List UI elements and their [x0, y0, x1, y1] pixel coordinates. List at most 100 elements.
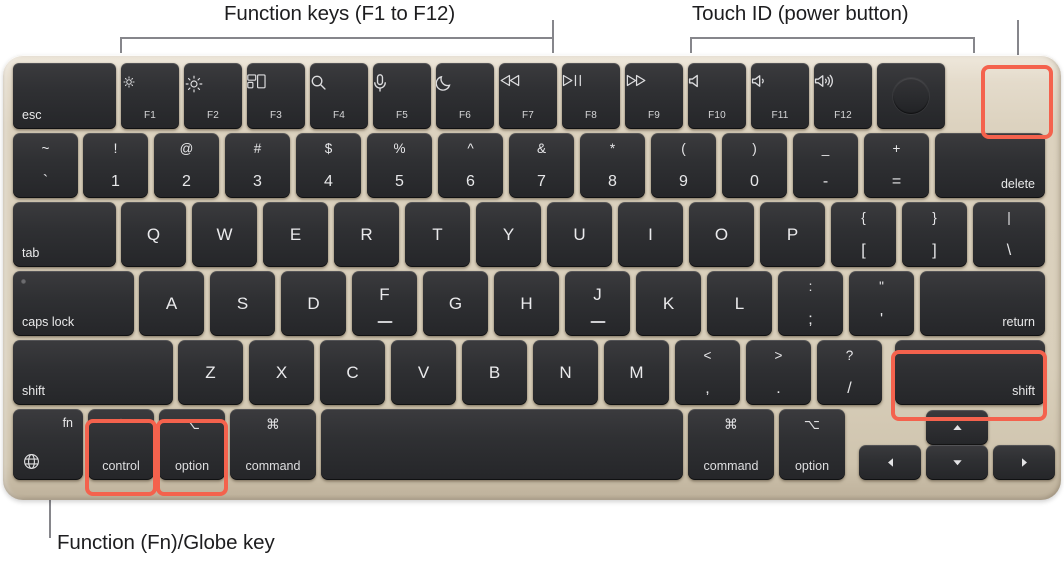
key-tab[interactable]: tab [13, 202, 116, 267]
key-bracket-left[interactable]: { [ [831, 202, 896, 267]
key-space[interactable] [321, 409, 683, 480]
key-command-right[interactable]: ⌘ command [688, 409, 774, 480]
key-return[interactable]: return [920, 271, 1045, 336]
key-8[interactable]: * 8 [580, 133, 645, 198]
key-f11[interactable]: F11 [751, 63, 809, 129]
key-c[interactable]: C [320, 340, 385, 405]
key-1[interactable]: ! 1 [83, 133, 148, 198]
callout-touch-id-bracket-left-tick [690, 37, 692, 53]
key-7[interactable]: & 7 [509, 133, 574, 198]
key-a[interactable]: A [139, 271, 204, 336]
key-f5[interactable]: F5 [373, 63, 431, 129]
key-5[interactable]: % 5 [367, 133, 432, 198]
key-0[interactable]: ) 0 [722, 133, 787, 198]
key-delete[interactable]: delete [935, 133, 1045, 198]
key-esc[interactable]: esc [13, 63, 116, 129]
key-f1[interactable]: F1 [121, 63, 179, 129]
key-v-label: V [417, 362, 430, 382]
key-3[interactable]: # 3 [225, 133, 290, 198]
key-y[interactable]: Y [476, 202, 541, 267]
key-r[interactable]: R [334, 202, 399, 267]
key-f2-label: F2 [206, 110, 220, 121]
key-arrow-right[interactable] [993, 445, 1055, 480]
key-touch-id[interactable] [877, 63, 945, 129]
key-9[interactable]: ( 9 [651, 133, 716, 198]
key-u[interactable]: U [547, 202, 612, 267]
key-bracket-right[interactable]: } ] [902, 202, 967, 267]
callout-function-keys-bracket-right-tick [552, 37, 554, 53]
key-minus[interactable]: _ - [793, 133, 858, 198]
key-return-label: return [1002, 315, 1035, 329]
key-slash[interactable]: ? / [817, 340, 882, 405]
key-option-right[interactable]: ⌥ option [779, 409, 845, 480]
key-tab-label: tab [22, 246, 40, 260]
key-j-label: J [593, 285, 602, 304]
key-f8[interactable]: F8 [562, 63, 620, 129]
key-m[interactable]: M [604, 340, 669, 405]
key-b[interactable]: B [462, 340, 527, 405]
key-f7-label: F7 [521, 110, 535, 121]
key-g[interactable]: G [423, 271, 488, 336]
key-command-left[interactable]: ⌘ command [230, 409, 316, 480]
key-f7[interactable]: F7 [499, 63, 557, 129]
key-e[interactable]: E [263, 202, 328, 267]
play-pause-icon [562, 74, 620, 87]
key-quote[interactable]: " ' [849, 271, 914, 336]
key-period[interactable]: > . [746, 340, 811, 405]
key-v[interactable]: V [391, 340, 456, 405]
key-option-right-label: option [794, 458, 830, 473]
key-arrow-down[interactable] [926, 445, 988, 480]
key-shift-right[interactable]: shift [895, 340, 1045, 405]
key-shift-left[interactable]: shift [13, 340, 173, 405]
key-f4[interactable]: F4 [310, 63, 368, 129]
key-0-upper: ) [752, 141, 757, 156]
key-y-label: Y [502, 224, 515, 244]
key-p-label: P [786, 224, 799, 244]
key-fn-label: fn [62, 416, 73, 430]
key-equal[interactable]: + = [864, 133, 929, 198]
key-h[interactable]: H [494, 271, 559, 336]
key-q[interactable]: Q [121, 202, 186, 267]
key-caps-lock[interactable]: caps lock [13, 271, 134, 336]
key-slash-lower: / [847, 380, 852, 397]
key-semicolon[interactable]: : ; [778, 271, 843, 336]
key-comma[interactable]: < , [675, 340, 740, 405]
key-control-left[interactable]: ⌃ control [88, 409, 154, 480]
key-option-left[interactable]: ⌥ option [159, 409, 225, 480]
key-6[interactable]: ^ 6 [438, 133, 503, 198]
key-arrow-left[interactable] [859, 445, 921, 480]
key-semicolon-upper: : [808, 279, 813, 294]
key-f10[interactable]: F10 [688, 63, 746, 129]
key-l[interactable]: L [707, 271, 772, 336]
key-f6[interactable]: F6 [436, 63, 494, 129]
key-control-left-label: control [102, 458, 140, 473]
key-backslash[interactable]: | \ [973, 202, 1045, 267]
key-n[interactable]: N [533, 340, 598, 405]
key-t[interactable]: T [405, 202, 470, 267]
key-w[interactable]: W [192, 202, 257, 267]
dictation-mic-icon [373, 74, 431, 92]
key-4[interactable]: $ 4 [296, 133, 361, 198]
key-9-lower: 9 [679, 173, 688, 190]
key-2[interactable]: @ 2 [154, 133, 219, 198]
key-fn-globe[interactable]: fn [13, 409, 83, 480]
key-p[interactable]: P [760, 202, 825, 267]
key-f12[interactable]: F12 [814, 63, 872, 129]
key-i[interactable]: I [618, 202, 683, 267]
key-bracket-right-upper: } [932, 210, 937, 225]
key-period-upper: > [774, 348, 783, 363]
key-k[interactable]: K [636, 271, 701, 336]
key-d[interactable]: D [281, 271, 346, 336]
key-arrow-up[interactable] [926, 410, 988, 445]
key-grave[interactable]: ~ ` [13, 133, 78, 198]
key-s[interactable]: S [210, 271, 275, 336]
key-o[interactable]: O [689, 202, 754, 267]
key-x[interactable]: X [249, 340, 314, 405]
key-f[interactable]: F [352, 271, 417, 336]
key-f3[interactable]: F3 [247, 63, 305, 129]
key-f2[interactable]: F2 [184, 63, 242, 129]
key-j[interactable]: J [565, 271, 630, 336]
key-f9[interactable]: F9 [625, 63, 683, 129]
key-z[interactable]: Z [178, 340, 243, 405]
home-row: caps lock A S D F G H J K L: ; " ' retu… [13, 271, 1051, 336]
